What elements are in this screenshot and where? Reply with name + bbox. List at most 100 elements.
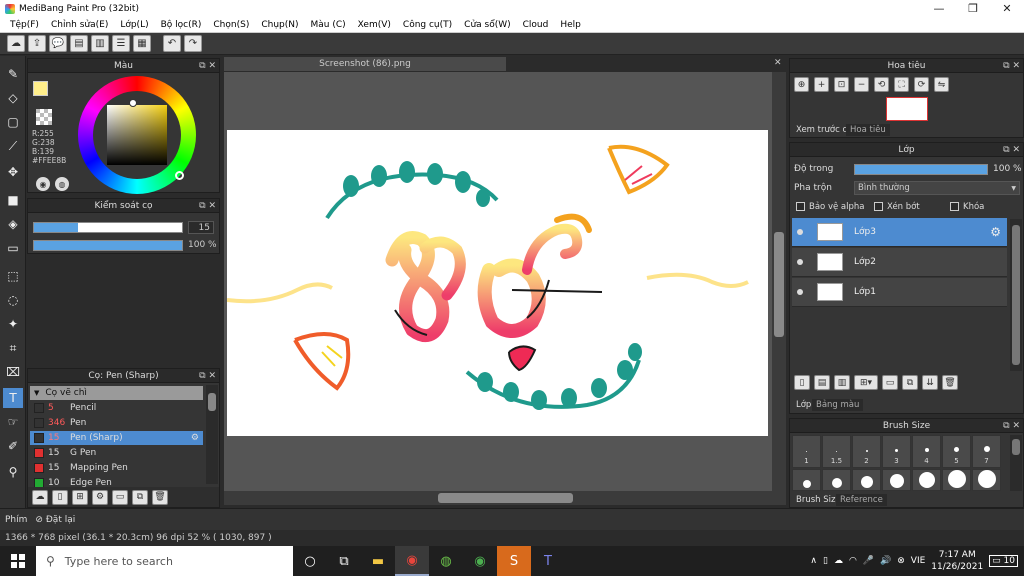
menu-window[interactable]: Cửa sổ(W): [458, 20, 516, 30]
navigator-thumbnail[interactable]: [886, 97, 928, 121]
clock[interactable]: 7:17 AM 11/26/2021: [931, 549, 983, 573]
microphone-icon[interactable]: 🎤: [863, 556, 874, 566]
document-icon[interactable]: ▤: [70, 35, 88, 52]
brush-list-item[interactable]: 15 Mapping Pen: [30, 461, 203, 475]
menu-tools[interactable]: Công cụ(T): [397, 20, 458, 30]
drawing-canvas[interactable]: [226, 130, 768, 436]
cortana-icon[interactable]: ○: [293, 546, 327, 576]
brush-size-cell[interactable]: 2: [852, 435, 881, 468]
layer-scrollbar[interactable]: [1010, 219, 1022, 371]
brush-category[interactable]: ▼ Cọ vẽ chì: [30, 386, 203, 400]
fit-window-icon[interactable]: ⛶: [894, 77, 909, 92]
actual-size-icon[interactable]: ⊡: [834, 77, 849, 92]
brush-size-cell[interactable]: [882, 469, 911, 491]
brush-size-cell[interactable]: [972, 469, 1001, 491]
layer-row[interactable]: Lớp3 ⚙: [792, 218, 1007, 247]
delete-layer-icon[interactable]: 🗑: [942, 375, 958, 390]
file-explorer-icon[interactable]: ▬: [361, 546, 395, 576]
brush-size-slider[interactable]: [33, 222, 183, 233]
menu-cloud[interactable]: Cloud: [517, 20, 555, 30]
move-tool-icon[interactable]: ✥: [3, 162, 23, 182]
reset-button[interactable]: ⊘ Đặt lại: [35, 515, 75, 525]
operation-tool-icon[interactable]: ☞: [3, 412, 23, 432]
minimize-button[interactable]: —: [922, 2, 956, 15]
protect-alpha-checkbox[interactable]: Bảo vệ alpha: [796, 202, 864, 212]
document-tab[interactable]: Screenshot (86).png: [224, 57, 506, 71]
comment-icon[interactable]: 💬: [49, 35, 67, 52]
lasso-icon[interactable]: ◌: [3, 290, 23, 310]
brush-size-scrollbar[interactable]: [1010, 435, 1022, 491]
panel-float-close-icon[interactable]: ⧉ ✕: [1003, 419, 1020, 433]
menu-view[interactable]: Xem(V): [352, 20, 397, 30]
menu-snap[interactable]: Chụp(N): [255, 20, 304, 30]
tab-palette[interactable]: Bảng màu: [812, 399, 864, 411]
brush-size-cell[interactable]: [822, 469, 851, 491]
brush-size-cell[interactable]: 3: [882, 435, 911, 468]
panel-float-close-icon[interactable]: ⧉ ✕: [1003, 143, 1020, 157]
lock-checkbox[interactable]: Khóa: [950, 202, 984, 212]
brush-list-scrollbar[interactable]: [206, 385, 218, 484]
transparent-color-swatch[interactable]: [36, 109, 52, 125]
volume-icon[interactable]: 🔊: [880, 556, 891, 566]
clipping-checkbox[interactable]: Xén bớt: [874, 202, 920, 212]
brush-size-cell[interactable]: 1.5: [822, 435, 851, 468]
panel-float-close-icon[interactable]: ⧉ ✕: [199, 199, 216, 213]
tab-navigator[interactable]: Hoa tiêu: [846, 124, 890, 136]
palette-icon[interactable]: ◉: [36, 177, 50, 191]
brush-list-item[interactable]: 5 Pencil: [30, 401, 203, 415]
page-icon[interactable]: ▥: [91, 35, 109, 52]
redo-icon[interactable]: ↷: [184, 35, 202, 52]
brush-list-item[interactable]: 15 Pen (Sharp) ⚙: [30, 431, 203, 445]
app-green-icon[interactable]: ◍: [429, 546, 463, 576]
fill-shape-tool-icon[interactable]: ■: [3, 190, 23, 210]
bucket-tool-icon[interactable]: ◈: [3, 214, 23, 234]
merge-down-icon[interactable]: ⇊: [922, 375, 938, 390]
flip-icon[interactable]: ⇋: [934, 77, 949, 92]
foreground-color-swatch[interactable]: [33, 81, 48, 96]
new-halftone-layer-icon[interactable]: ▤: [814, 375, 830, 390]
eraser-tool-icon[interactable]: ◇: [3, 88, 23, 108]
select-rect-icon[interactable]: ⬚: [3, 266, 23, 286]
brush-tool-icon[interactable]: ✎: [3, 64, 23, 84]
text-tool-icon[interactable]: T: [3, 388, 23, 408]
canvas-vertical-scrollbar[interactable]: [772, 72, 786, 491]
undo-icon[interactable]: ↶: [163, 35, 181, 52]
visibility-icon[interactable]: [797, 259, 803, 265]
brush-size-cell[interactable]: 5: [942, 435, 971, 468]
brush-size-cell[interactable]: [852, 469, 881, 491]
panel-float-close-icon[interactable]: ⧉ ✕: [199, 369, 216, 383]
chrome-alt-icon[interactable]: ◉: [463, 546, 497, 576]
network-icon[interactable]: ◠: [849, 556, 857, 566]
cloud-brush-icon[interactable]: ☁: [32, 489, 48, 505]
canvas-horizontal-scrollbar[interactable]: [224, 491, 786, 505]
menu-filter[interactable]: Bộ lọc(R): [155, 20, 208, 30]
delete-icon[interactable]: 🗑: [152, 489, 168, 505]
layer-row[interactable]: Lớp2: [792, 248, 1007, 277]
teams-icon[interactable]: T: [531, 546, 565, 576]
layer-folder-icon[interactable]: ▭: [882, 375, 898, 390]
menu-layer[interactable]: Lớp(L): [114, 20, 154, 30]
sv-picker-handle[interactable]: [129, 99, 137, 107]
notification-icon[interactable]: ▭ 10: [989, 555, 1018, 567]
grid-icon[interactable]: ▦: [133, 35, 151, 52]
gear-icon[interactable]: ⚙: [191, 433, 199, 443]
chrome-icon[interactable]: ◉: [395, 546, 429, 576]
add-layer-menu-icon[interactable]: ⊞▾: [854, 375, 878, 390]
visibility-icon[interactable]: [797, 289, 803, 295]
brush-settings-icon[interactable]: ⚙: [92, 489, 108, 505]
new-layer-icon[interactable]: ▯: [794, 375, 810, 390]
zoom-in-icon[interactable]: +: [814, 77, 829, 92]
select-pen-icon[interactable]: ⌗: [3, 338, 23, 358]
brush-opacity-slider[interactable]: [33, 240, 183, 251]
visibility-icon[interactable]: [797, 229, 803, 235]
canvas-area[interactable]: [224, 72, 786, 505]
hand-tool-icon[interactable]: ⚲: [3, 462, 23, 482]
brush-size-cell[interactable]: [912, 469, 941, 491]
gear-icon[interactable]: ⚙: [990, 225, 1001, 239]
brush-size-cell[interactable]: [942, 469, 971, 491]
layer-opacity-slider[interactable]: [854, 164, 988, 175]
rectangle-tool-icon[interactable]: ▢: [3, 112, 23, 132]
new-brush-icon[interactable]: ▯: [52, 489, 68, 505]
color-history-icon[interactable]: ◍: [55, 177, 69, 191]
skype-icon[interactable]: S: [497, 546, 531, 576]
